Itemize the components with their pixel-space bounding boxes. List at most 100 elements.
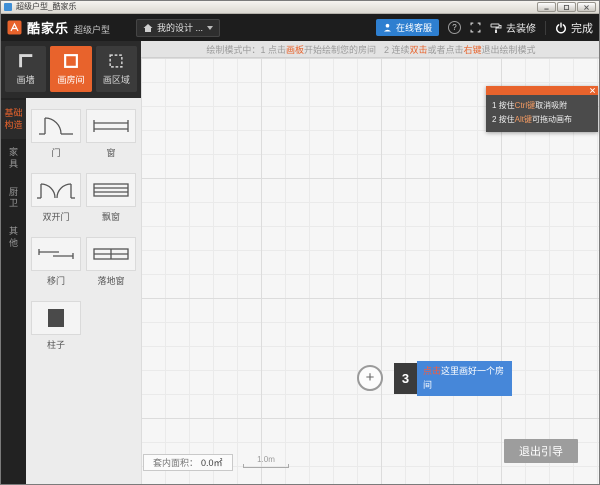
drawing-mode-infobar: 绘制模式中： 1 点击画板开始绘制您的房间 2 连续双击或者点击右键退出绘制模式 [141,41,600,58]
fullscreen-button[interactable] [470,22,481,33]
help-button[interactable]: ? [448,21,461,34]
plus-icon: + [366,370,375,385]
infobar-segment: 或者点击 [428,43,464,56]
paint-roller-icon [490,22,502,34]
tab-label: 厨卫 [9,187,19,210]
double-door-icon [35,177,77,203]
window-icon [90,113,132,139]
tab-label: 其他 [9,226,19,249]
draw-tools: 画墙 画房间 画区域 [1,41,141,98]
exit-guide-button[interactable]: 退出引导 [504,439,578,463]
draw-room-label: 画房间 [57,73,84,86]
app-logo-subtitle: 超级户型 [74,23,110,36]
hint-key: Alt键 [515,115,532,124]
infobar-highlight: 双击 [410,43,428,56]
draw-area-button[interactable]: 画区域 [96,46,137,92]
app-window: 超级户型_酷家乐 酷家乐 超级户型 我的设计 ... 在线客服 ? [0,0,600,485]
home-icon [143,23,153,33]
tab-furniture[interactable]: 家具 [1,139,26,178]
close-icon [589,87,596,94]
scale-bar [243,464,289,468]
item-label: 飘窗 [102,210,120,223]
drawing-canvas[interactable]: 1 按住Ctrl键取消吸附 2 按住Alt键可拖动画布 + 3 点击这里画好一个… [141,58,600,485]
library-item-window[interactable]: 窗 [86,109,136,159]
hint-notification: 1 按住Ctrl键取消吸附 2 按住Alt键可拖动画布 [486,86,598,132]
finish-button[interactable]: 完成 [555,20,593,36]
power-icon [555,22,567,34]
door-icon [35,113,77,139]
item-label: 门 [51,146,60,159]
draw-wall-icon [17,52,35,70]
online-service-button[interactable]: 在线客服 [376,19,439,36]
draw-wall-label: 画墙 [17,73,35,86]
window-title: 超级户型_酷家乐 [16,1,537,13]
library-item-pillar[interactable]: 柱子 [31,301,81,351]
app-header: 酷家乐 超级户型 我的设计 ... 在线客服 ? 去装修 完成 [1,14,599,41]
area-label: 套内面积： [153,456,198,469]
go-decorate-button[interactable]: 去装修 [490,20,536,35]
draw-room-button[interactable]: 画房间 [50,46,91,92]
notification-close-button[interactable] [589,87,596,94]
draw-area-icon [107,52,125,70]
app-logo: 酷家乐 超级户型 [7,18,110,37]
question-icon: ? [452,23,456,32]
component-library: 门 窗 双开门 飘窗 移门 [26,98,141,485]
close-button[interactable] [577,2,596,12]
close-icon [583,4,590,11]
item-label: 落地窗 [97,274,124,287]
chevron-down-icon [207,26,213,30]
draw-wall-button[interactable]: 画墙 [5,46,46,92]
left-panel: 画墙 画房间 画区域 基础构造 家具 厨卫 其他 门 [1,41,141,485]
floor-window-icon [90,241,132,267]
scale-label: 1.0m [243,455,289,464]
person-icon [383,23,392,32]
window-app-icon [4,3,12,11]
fullscreen-icon [470,22,481,33]
draw-area-label: 画区域 [103,73,130,86]
tab-other[interactable]: 其他 [1,218,26,257]
item-label: 双开门 [42,210,69,223]
tab-basic-structure[interactable]: 基础构造 [1,100,26,139]
library-item-sliding-door[interactable]: 移门 [31,237,81,287]
app-logo-icon [7,20,22,35]
hint-text: 可拖动画布 [532,115,572,124]
scale-indicator: 1.0m [243,455,289,468]
library-item-floor-window[interactable]: 落地窗 [86,237,136,287]
item-label: 窗 [106,146,115,159]
area-value: 0.0㎡ [201,456,223,469]
minimize-icon [543,4,550,11]
infobar-segment: 2 连续 [384,43,410,56]
maximize-button[interactable] [557,2,576,12]
infobar-segment: 1 点击 [260,43,286,56]
finish-label: 完成 [571,20,593,36]
library-item-double-door[interactable]: 双开门 [31,173,81,223]
pillar-icon [35,305,77,331]
go-decorate-label: 去装修 [506,20,536,35]
header-separator [545,21,546,35]
infobar-segment: 开始绘制您的房间 [304,43,376,56]
hint-line-1: 1 按住Ctrl键取消吸附 [492,99,592,113]
infobar-highlight: 画板 [286,43,304,56]
tab-label: 基础构造 [3,108,25,131]
my-design-dropdown[interactable]: 我的设计 ... [136,19,220,37]
infobar-segment: 退出绘制模式 [482,43,536,56]
hint-notification-header [486,86,598,95]
infobar-prefix: 绘制模式中： [206,43,260,56]
hint-line-2: 2 按住Alt键可拖动画布 [492,113,592,127]
library-item-bay-window[interactable]: 飘窗 [86,173,136,223]
hint-key: Ctrl键 [515,101,535,110]
library-item-door[interactable]: 门 [31,109,81,159]
sliding-door-icon [35,241,77,267]
my-design-label: 我的设计 ... [157,21,203,34]
maximize-icon [563,4,570,11]
tab-label: 家具 [9,147,19,170]
infobar-highlight: 右键 [464,43,482,56]
app-logo-text: 酷家乐 [27,18,69,37]
draw-room-target[interactable]: + [357,365,383,391]
tooltip-highlight: 点击 [423,366,441,376]
tab-kitchen-bath[interactable]: 厨卫 [1,179,26,218]
hint-text: 1 按住 [492,101,515,110]
window-titlebar: 超级户型_酷家乐 [1,1,599,14]
minimize-button[interactable] [537,2,556,12]
category-tabs: 基础构造 家具 厨卫 其他 [1,98,26,485]
